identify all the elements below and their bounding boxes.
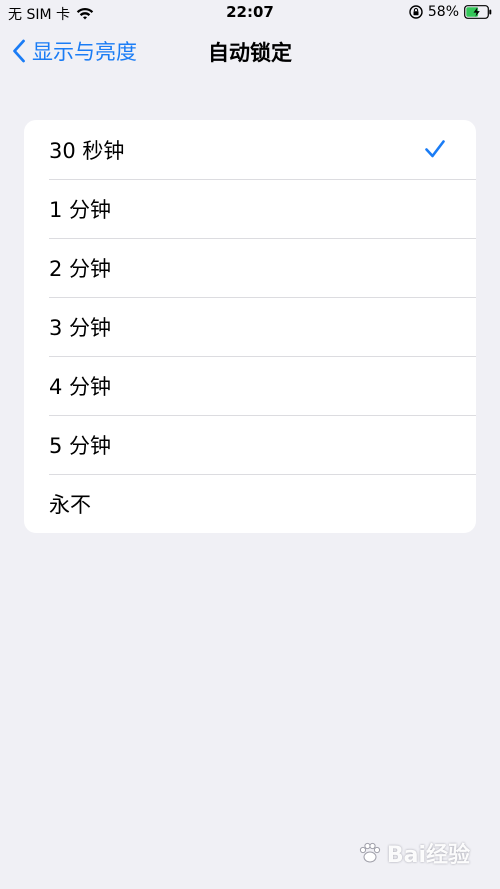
- status-bar: 无 SIM 卡 22:07 58%: [0, 0, 500, 26]
- page-title: 自动锁定: [208, 41, 292, 65]
- option-label: 4 分钟: [49, 374, 112, 399]
- option-3-minutes[interactable]: 3 分钟: [24, 297, 476, 356]
- baidu-jingyan-watermark: Bai经验: [357, 837, 470, 869]
- battery-percent: 58%: [427, 4, 459, 20]
- status-right: 58%: [409, 4, 492, 20]
- auto-lock-screen: 无 SIM 卡 22:07 58% 显示与亮度 自动锁定 30 秒钟 1 分钟 …: [0, 0, 500, 889]
- navigation-bar: 显示与亮度 自动锁定: [0, 26, 500, 76]
- option-label: 3 分钟: [49, 315, 112, 340]
- option-label: 30 秒钟: [49, 138, 125, 163]
- option-2-minutes[interactable]: 2 分钟: [24, 238, 476, 297]
- auto-lock-options-list: 30 秒钟 1 分钟 2 分钟 3 分钟 4 分钟 5 分钟 永不: [24, 120, 476, 533]
- option-label: 5 分钟: [49, 433, 112, 458]
- option-never[interactable]: 永不: [24, 474, 476, 533]
- orientation-lock-icon: [409, 5, 423, 19]
- paw-icon: [359, 842, 380, 863]
- option-4-minutes[interactable]: 4 分钟: [24, 356, 476, 415]
- option-label: 永不: [49, 492, 91, 517]
- option-label: 2 分钟: [49, 256, 112, 281]
- battery-charging-icon: [464, 5, 492, 19]
- option-label: 1 分钟: [49, 197, 112, 222]
- option-30-seconds[interactable]: 30 秒钟: [24, 120, 476, 179]
- checkmark-icon: [425, 140, 445, 158]
- watermark-text: Bai经验: [386, 843, 470, 868]
- option-5-minutes[interactable]: 5 分钟: [24, 415, 476, 474]
- option-1-minute[interactable]: 1 分钟: [24, 179, 476, 238]
